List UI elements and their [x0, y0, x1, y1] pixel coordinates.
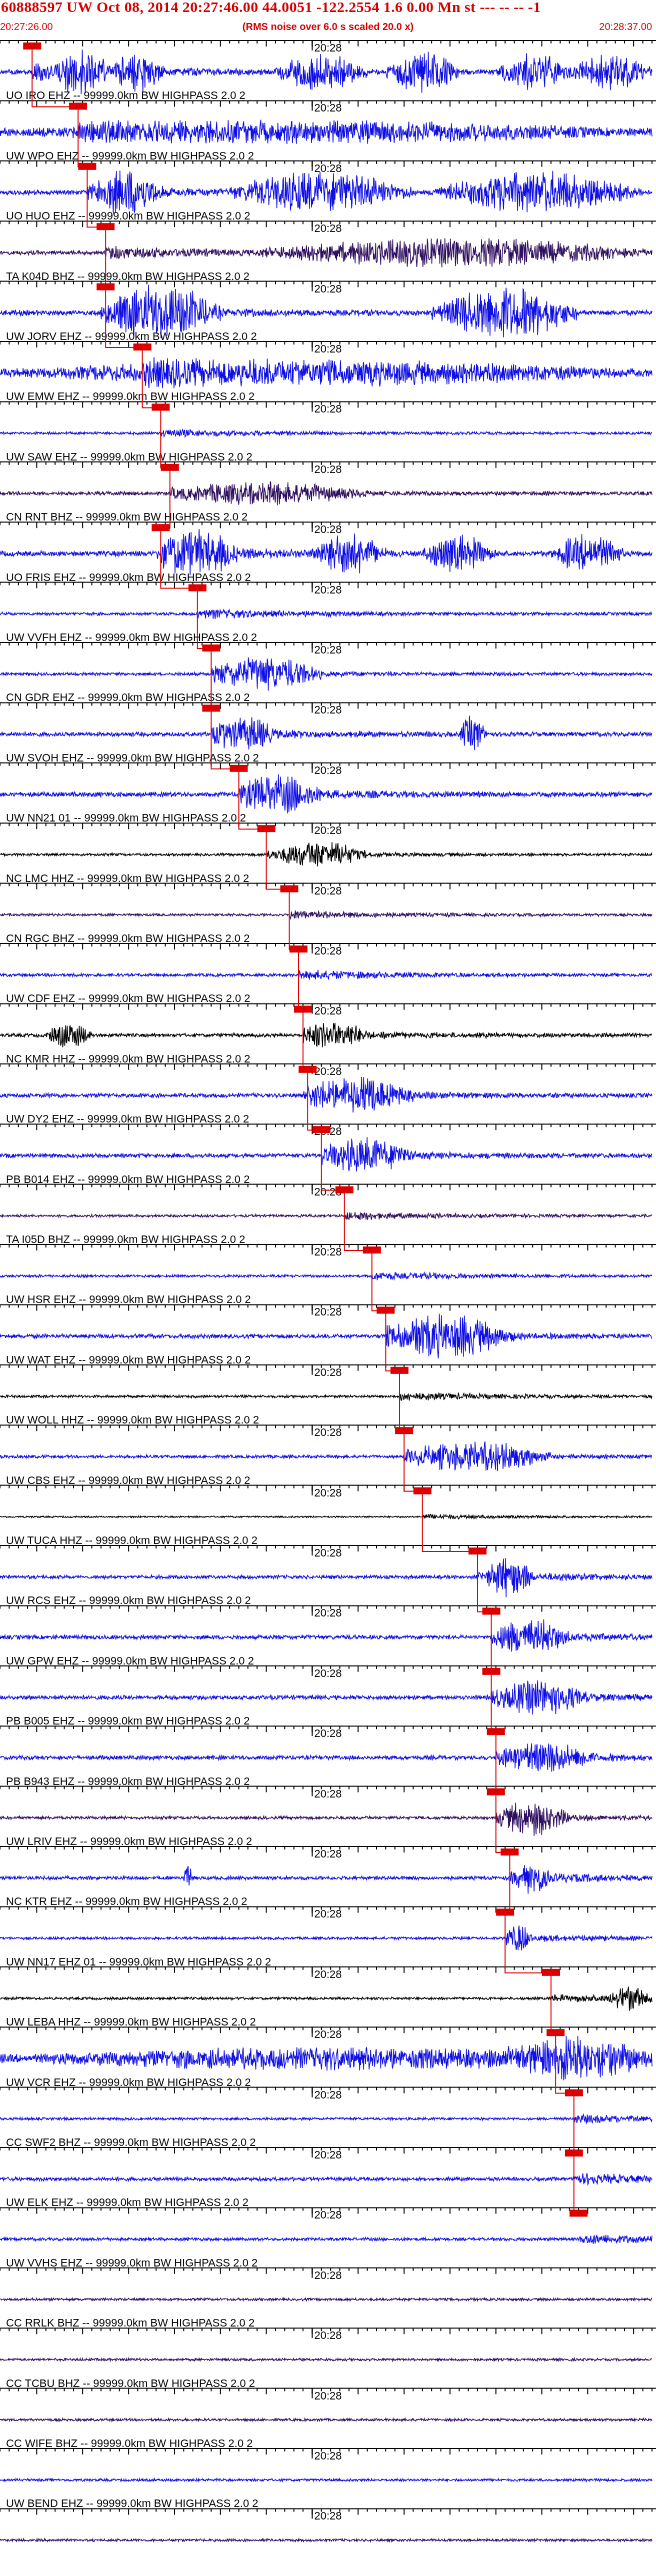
minute-label: 20:28 — [314, 2511, 342, 2523]
minute-label: 20:28 — [314, 344, 342, 356]
minute-label: 20:28 — [314, 765, 342, 777]
waveform-trace — [0, 1137, 653, 1172]
waveform-trace — [0, 842, 653, 867]
waveform-trace — [0, 49, 653, 95]
waveform-trace — [0, 774, 653, 814]
waveform-trace — [0, 1513, 653, 1520]
waveform-trace — [0, 1271, 653, 1281]
minute-label: 20:28 — [314, 2150, 342, 2162]
minute-label: 20:28 — [314, 2210, 342, 2222]
minute-label: 20:28 — [314, 1247, 342, 1259]
minute-label: 20:28 — [314, 705, 342, 717]
minute-label: 20:28 — [314, 2270, 342, 2282]
minute-label: 20:28 — [314, 1668, 342, 1680]
minute-label: 20:28 — [314, 2029, 342, 2041]
minute-label: 20:28 — [314, 1427, 342, 1439]
waveform-trace — [0, 1925, 653, 1951]
minute-label: 20:28 — [314, 645, 342, 657]
minute-label: 20:28 — [314, 1066, 342, 1078]
waveform-trace — [0, 1441, 653, 1472]
minute-label: 20:28 — [314, 283, 342, 295]
waveform-trace — [0, 2113, 653, 2125]
minute-label: 20:28 — [314, 2330, 342, 2342]
waveform-trace — [0, 1313, 653, 1359]
minute-label: 20:28 — [314, 1548, 342, 1560]
waveform-trace — [0, 170, 653, 214]
waveform-trace — [0, 481, 653, 506]
minute-label: 20:28 — [314, 163, 342, 175]
minute-label: 20:28 — [314, 2451, 342, 2463]
waveform-trace — [0, 238, 653, 268]
minute-label: 20:28 — [314, 223, 342, 235]
waveform-trace — [0, 2356, 653, 2363]
waveform-trace — [0, 1211, 653, 1221]
waveform-trace — [0, 1022, 653, 1048]
waveform-trace — [0, 2296, 653, 2303]
waveform-trace — [0, 357, 653, 389]
waveform-trace — [0, 969, 653, 980]
minute-label: 20:28 — [314, 885, 342, 897]
waveform-trace — [0, 1391, 653, 1401]
minute-label: 20:28 — [314, 524, 342, 536]
minute-label: 20:28 — [314, 1969, 342, 1981]
waveform-trace — [0, 657, 653, 691]
minute-label: 20:28 — [314, 1307, 342, 1319]
minute-label: 20:28 — [314, 2390, 342, 2402]
waveform-trace — [0, 2537, 653, 2544]
minute-label: 20:28 — [314, 464, 342, 476]
minute-label: 20:28 — [314, 1788, 342, 1800]
waveform-trace — [0, 428, 653, 439]
pick-marker — [569, 2209, 588, 2217]
minute-label: 20:28 — [314, 825, 342, 837]
minute-label: 20:28 — [314, 946, 342, 958]
waveform-trace — [0, 715, 653, 751]
waveform-trace — [0, 2477, 653, 2483]
minute-label: 20:28 — [314, 2089, 342, 2101]
waveform-trace — [0, 119, 653, 145]
waveform-trace — [0, 2173, 653, 2187]
minute-label: 20:28 — [314, 1728, 342, 1740]
waveform-trace — [0, 2035, 653, 2081]
waveform-trace — [0, 1986, 653, 2011]
waveform-trace — [0, 1619, 653, 1652]
waveform-trace — [0, 1743, 653, 1772]
waveform-trace — [0, 1865, 653, 1894]
minute-label: 20:28 — [314, 1367, 342, 1379]
waveform-trace — [0, 1802, 653, 1836]
minute-label: 20:28 — [314, 584, 342, 596]
waveform-trace — [0, 909, 653, 921]
minute-label: 20:28 — [314, 404, 342, 416]
waveform-trace — [0, 608, 653, 619]
waveform-trace — [0, 1076, 653, 1113]
seismogram-plot: 20:28UO IRO EHZ -- 99999.0km BW HIGHPASS… — [0, 40, 656, 2544]
minute-label: 20:28 — [314, 1487, 342, 1499]
waveform-trace — [0, 2416, 653, 2423]
waveform-trace — [0, 1558, 653, 1598]
minute-label: 20:28 — [314, 103, 342, 115]
minute-label: 20:28 — [314, 1608, 342, 1620]
minute-label: 20:28 — [314, 1909, 342, 1921]
waveform-trace — [0, 1680, 653, 1715]
minute-label: 20:28 — [314, 43, 342, 55]
minute-label: 20:28 — [314, 1006, 342, 1018]
minute-label: 20:28 — [314, 1849, 342, 1861]
waveform-trace — [0, 2234, 653, 2245]
